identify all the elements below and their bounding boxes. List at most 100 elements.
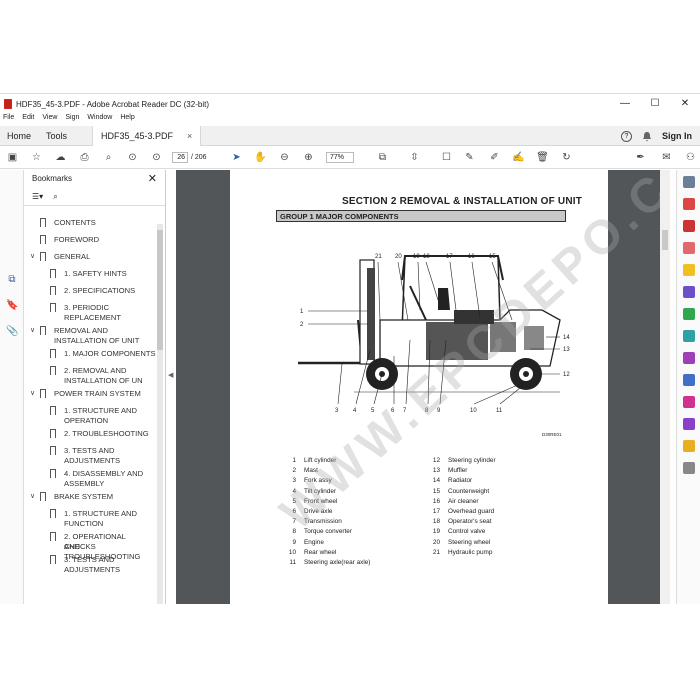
previous-page-icon[interactable]: ⊙ — [126, 151, 139, 164]
legend-text: Hydraulic pump — [448, 548, 493, 556]
expand-chevron-icon[interactable]: ∨ — [30, 326, 35, 336]
callout-10: 10 — [470, 408, 477, 414]
menu-help[interactable]: Help — [120, 114, 134, 126]
bookmark-item[interactable]: ∨ GENERAL — [24, 252, 158, 264]
bookmark-flag-icon — [40, 218, 46, 229]
export-pdf-icon[interactable] — [683, 198, 695, 210]
combine-files-icon[interactable] — [683, 286, 695, 298]
print-icon[interactable]: ⎙ — [78, 151, 91, 164]
bookmark-item[interactable]: ∨ POWER TRAIN SYSTEM — [24, 389, 158, 401]
bookmark-item[interactable]: 2. OPERATIONAL CHECKS AND TROUBLESHOOTING — [24, 532, 158, 561]
expand-chevron-icon[interactable]: ∨ — [30, 389, 35, 399]
zoom-search-icon[interactable]: ⌕ — [102, 151, 115, 164]
bookmark-label: 3. PERIODIC — [64, 303, 110, 312]
save-icon[interactable]: ▣ — [6, 151, 19, 164]
fill-sign-icon[interactable]: ✍ — [512, 151, 525, 164]
menu-sign[interactable]: Sign — [65, 114, 79, 126]
bookmark-label: 2. TROUBLESHOOTING — [64, 429, 149, 438]
page-fit-icon[interactable]: ⧉ — [376, 151, 389, 164]
sign-in-button[interactable]: Sign In — [662, 131, 692, 141]
scroll-mode-icon[interactable]: ⇳ — [408, 151, 421, 164]
tab-tools[interactable]: Tools — [46, 126, 67, 146]
protect-icon[interactable] — [683, 374, 695, 386]
bookmark-item[interactable]: CONTENTS — [24, 218, 158, 230]
bookmark-options-icon[interactable]: ☰▾ — [32, 192, 43, 201]
bookmark-item[interactable]: 2. SPECIFICATIONS — [24, 286, 158, 298]
highlight-pen-icon[interactable]: ✎ — [463, 151, 476, 164]
bookmark-item[interactable]: 1. MAJOR COMPONENTS — [24, 349, 158, 361]
bookmark-item[interactable]: 2. REMOVAL AND INSTALLATION OF UN — [24, 366, 158, 388]
bookmark-item[interactable]: 1. SAFETY HINTS — [24, 269, 158, 281]
maximize-button[interactable]: ☐ — [640, 94, 670, 114]
page-thumbnails-icon[interactable]: ⧉ — [6, 274, 18, 286]
redact-icon[interactable] — [683, 396, 695, 408]
organize-pages-icon[interactable] — [683, 308, 695, 320]
menu-file[interactable]: File — [3, 114, 14, 126]
comment-icon[interactable]: ☐ — [440, 151, 453, 164]
expand-chevron-icon[interactable]: ∨ — [30, 492, 35, 502]
bookmarks-scrollbar[interactable] — [157, 224, 163, 604]
bookmark-item[interactable]: 4. DISASSEMBLY AND ASSEMBLY — [24, 469, 158, 491]
bookmark-item[interactable]: 1. STRUCTURE AND OPERATION — [24, 406, 158, 428]
minimize-button[interactable]: — — [610, 94, 640, 114]
find-bookmark-icon[interactable]: ⌕ — [53, 192, 57, 202]
hand-tool-icon[interactable]: ✋ — [254, 151, 267, 164]
compress-pdf-icon[interactable] — [683, 330, 695, 342]
search-tool-icon[interactable] — [683, 176, 695, 188]
edit-pdf-icon[interactable] — [683, 242, 695, 254]
bookmark-item[interactable]: 3. TESTS AND ADJUSTMENTS — [24, 446, 158, 468]
tab-close-icon[interactable]: × — [187, 131, 192, 141]
callout-13: 13 — [563, 347, 570, 353]
fill-and-sign-icon[interactable] — [683, 352, 695, 364]
next-page-icon[interactable]: ⊙ — [150, 151, 163, 164]
comment-tool-icon[interactable] — [683, 264, 695, 276]
bookmark-label: 3. TESTS AND — [64, 555, 115, 564]
select-cursor-icon[interactable]: ➤ — [230, 151, 243, 164]
attachments-icon[interactable]: 📎 — [6, 326, 18, 338]
tab-home[interactable]: Home — [7, 126, 31, 146]
upload-cloud-icon[interactable]: ☁ — [54, 151, 67, 164]
bookmark-label-line2: REPLACEMENT — [64, 313, 121, 322]
document-scrollbar[interactable] — [660, 170, 670, 604]
bookmarks-panel-icon[interactable]: 🔖 — [6, 300, 18, 312]
zoom-in-icon[interactable]: ⊕ — [302, 151, 315, 164]
document-viewer[interactable]: SECTION 2 REMOVAL & INSTALLATION OF UNIT… — [176, 170, 670, 604]
delete-icon[interactable]: 🗑 — [536, 151, 549, 164]
bookmark-item[interactable]: 3. TESTS AND ADJUSTMENTS — [24, 555, 158, 577]
zoom-level-select[interactable]: 77% — [326, 152, 354, 163]
mail-icon[interactable]: ✉ — [660, 151, 673, 164]
share-icon[interactable]: ⚇ — [684, 151, 697, 164]
legend-text: Steering axle(rear axle) — [304, 559, 371, 566]
menu-view[interactable]: View — [42, 114, 57, 126]
bookmark-item[interactable]: ∨ BRAKE SYSTEM — [24, 492, 158, 504]
bookmark-star-icon[interactable]: ☆ — [30, 151, 43, 164]
bookmarks-scroll-thumb[interactable] — [157, 230, 163, 350]
bookmark-item[interactable]: 3. PERIODIC REPLACEMENT — [24, 303, 158, 325]
draw-pencil-icon[interactable]: ✐ — [488, 151, 501, 164]
zoom-out-icon[interactable]: ⊖ — [278, 151, 291, 164]
more-tools-icon[interactable] — [683, 462, 695, 474]
collapse-panel-icon[interactable]: ◀ — [168, 371, 173, 379]
menu-edit[interactable]: Edit — [22, 114, 34, 126]
page-number-input[interactable]: 26 — [172, 152, 188, 163]
title-bar: HDF35_45-3.PDF - Adobe Acrobat Reader DC… — [0, 94, 700, 114]
expand-chevron-icon[interactable]: ∨ — [30, 252, 35, 262]
bookmark-item[interactable]: 1. STRUCTURE AND FUNCTION — [24, 509, 158, 531]
rotate-icon[interactable]: ↻ — [560, 151, 573, 164]
bookmark-item[interactable]: 2. TROUBLESHOOTING — [24, 429, 158, 441]
menu-window[interactable]: Window — [87, 114, 112, 126]
document-scroll-thumb[interactable] — [662, 230, 668, 250]
bookmark-item[interactable]: ∨ REMOVAL AND INSTALLATION OF UNIT — [24, 326, 158, 348]
request-signature-icon[interactable] — [683, 418, 695, 430]
bookmark-item[interactable]: FOREWORD — [24, 235, 158, 247]
legend-number: 9 — [292, 538, 296, 546]
help-icon[interactable]: ? — [621, 130, 632, 142]
prepare-form-icon[interactable] — [683, 440, 695, 452]
bookmark-label-line2: ADJUSTMENTS — [64, 565, 121, 574]
tab-document[interactable]: HDF35_45-3.PDF × — [92, 126, 202, 146]
close-bookmarks-icon[interactable]: ✕ — [148, 170, 157, 188]
bell-icon[interactable] — [642, 131, 652, 142]
close-window-button[interactable]: ✕ — [670, 94, 700, 114]
sign-pen-icon[interactable]: ✒ — [634, 151, 647, 164]
create-pdf-icon[interactable] — [683, 220, 695, 232]
